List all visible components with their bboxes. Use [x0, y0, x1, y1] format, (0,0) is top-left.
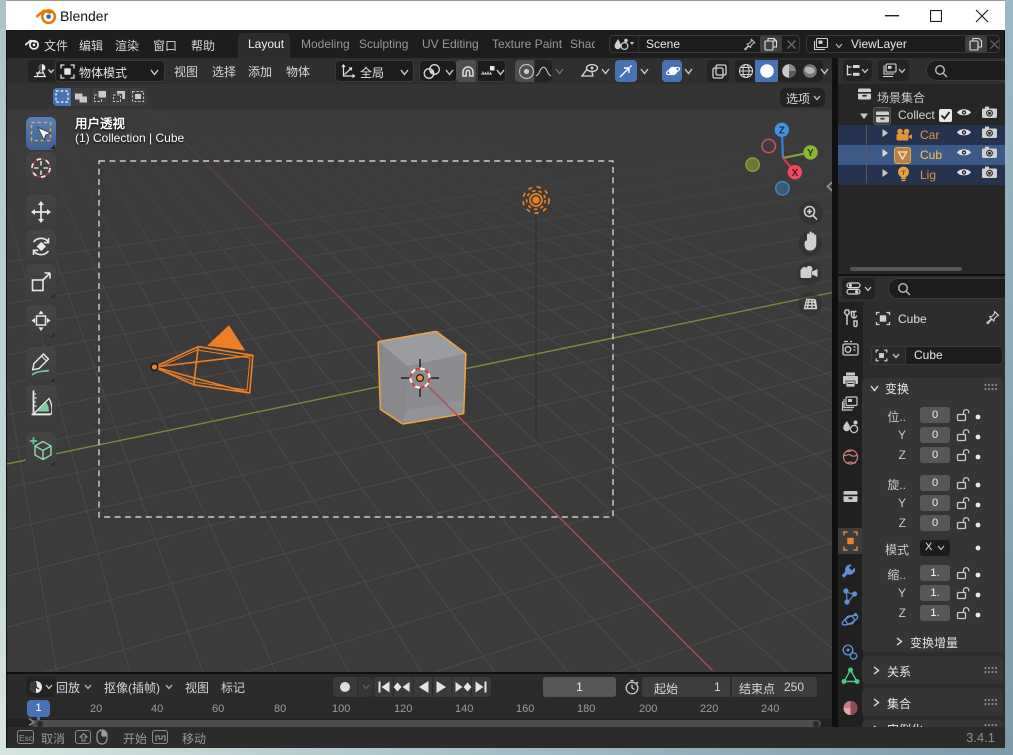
- svg-text:Y: Y: [807, 148, 814, 159]
- svg-text:X: X: [792, 168, 799, 179]
- svg-text:Z: Z: [779, 126, 785, 137]
